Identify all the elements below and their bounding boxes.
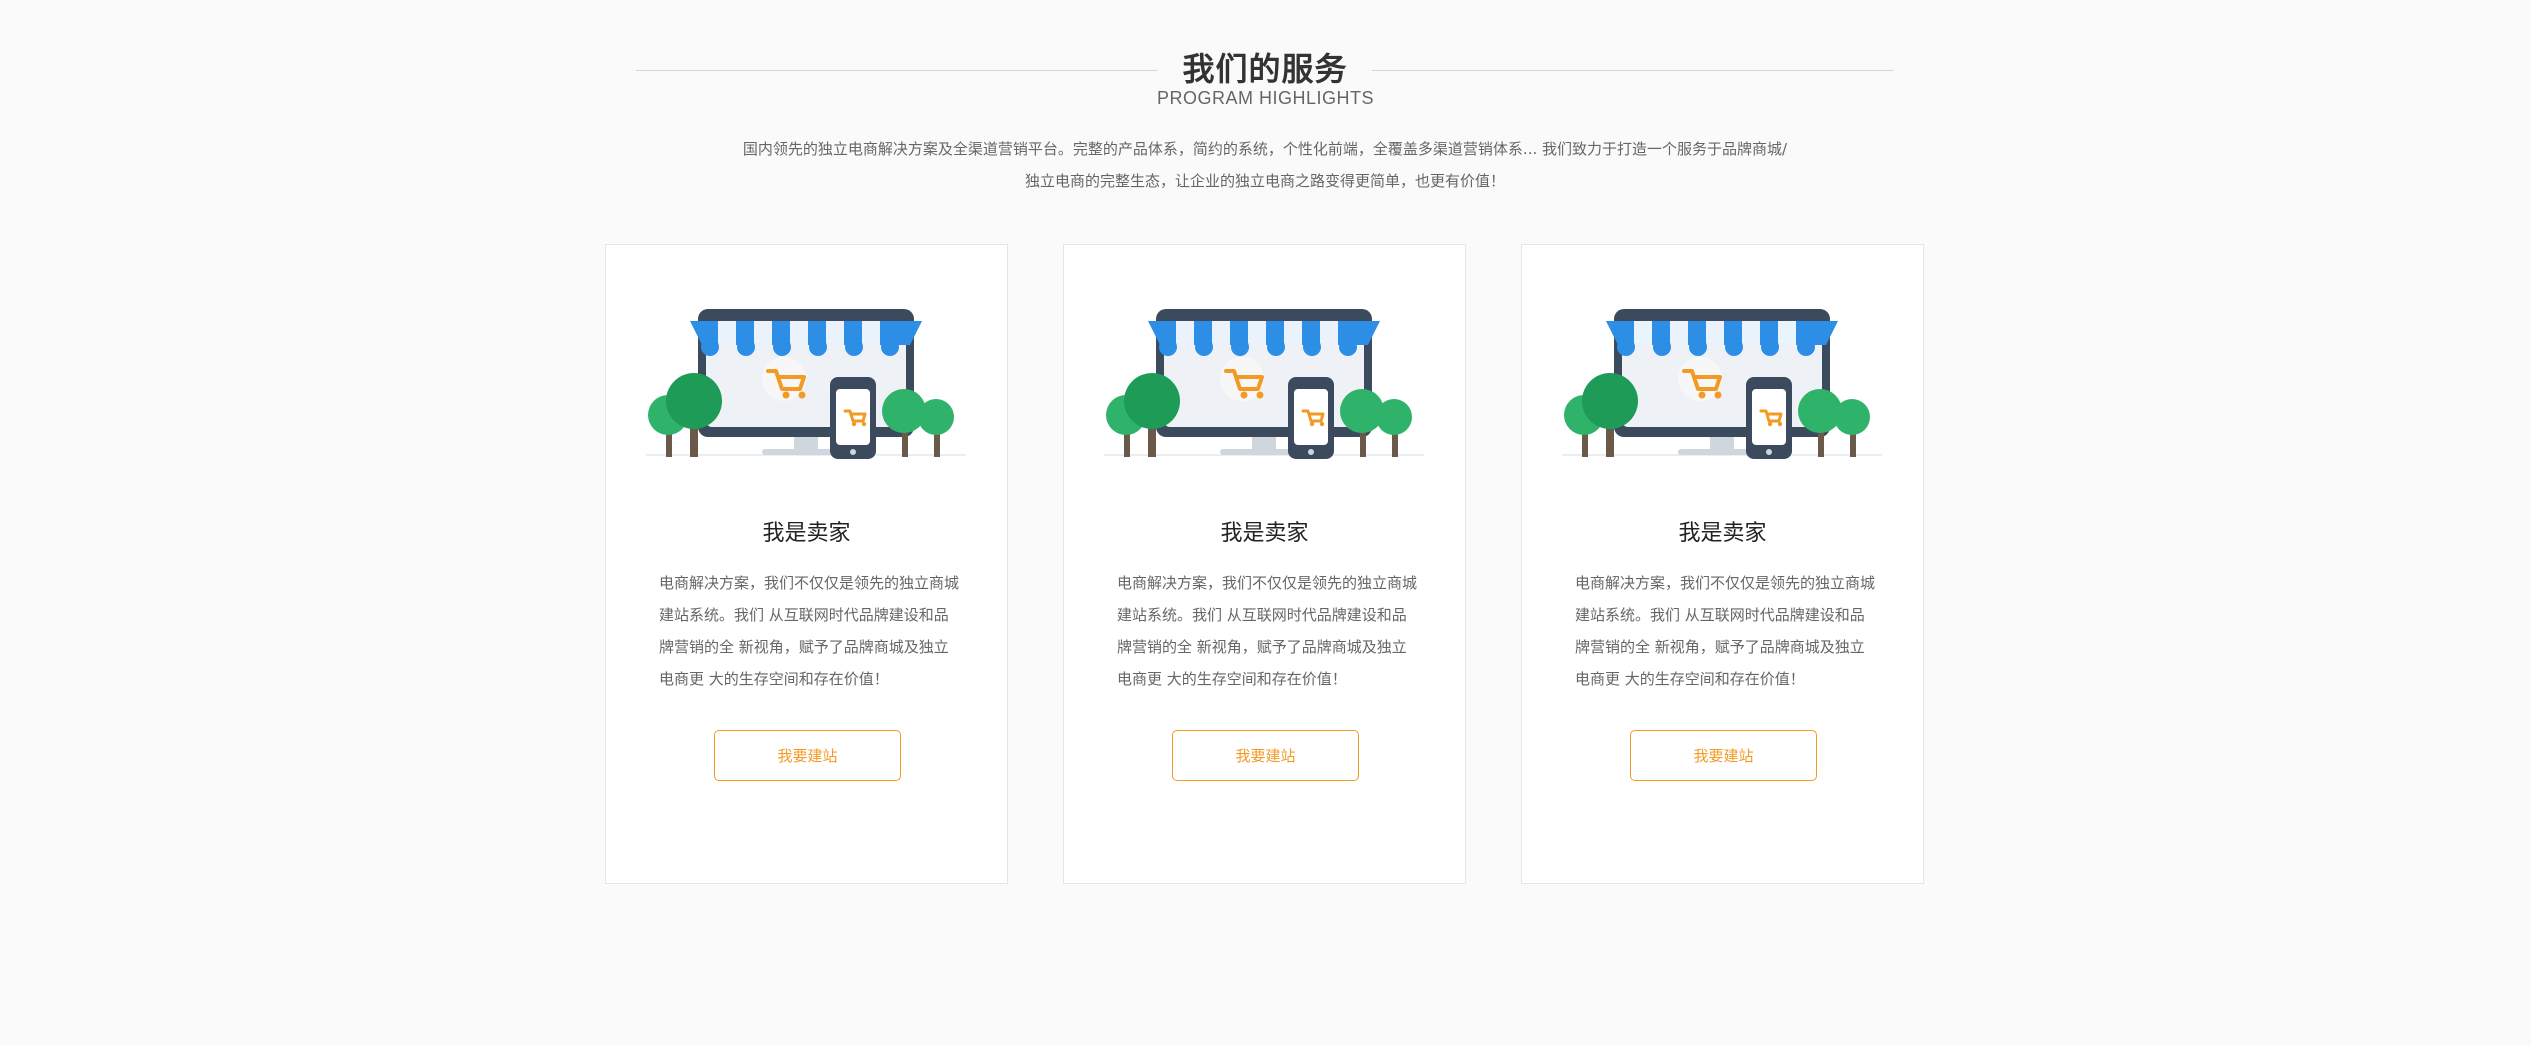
section-intro: 国内领先的独立电商解决方案及全渠道营销平台。完整的产品体系，简约的系统，个性化前… — [742, 140, 1788, 190]
section-title: 我们的服务 — [1182, 50, 1348, 88]
service-card: 我是卖家 电商解决方案，我们不仅仅是领先的独立商城建站系统。我们 从互联网时代品… — [1521, 244, 1924, 884]
card-title: 我是卖家 — [1678, 521, 1767, 546]
title-divider-left — [636, 70, 1158, 71]
card-description: 电商解决方案，我们不仅仅是领先的独立商城建站系统。我们 从互联网时代品牌建设和品… — [659, 574, 960, 688]
build-site-button[interactable]: 我要建站 — [714, 730, 901, 781]
title-divider-right — [1372, 70, 1894, 71]
storefront-with-devices-icon — [1104, 309, 1424, 459]
service-card: 我是卖家 电商解决方案，我们不仅仅是领先的独立商城建站系统。我们 从互联网时代品… — [605, 244, 1008, 884]
service-cards: 我是卖家 电商解决方案，我们不仅仅是领先的独立商城建站系统。我们 从互联网时代品… — [605, 244, 1925, 884]
storefront-with-devices-icon — [1562, 309, 1882, 459]
storefront-with-devices-icon — [646, 309, 966, 459]
card-description: 电商解决方案，我们不仅仅是领先的独立商城建站系统。我们 从互联网时代品牌建设和品… — [1117, 574, 1418, 688]
section-subtitle: PROGRAM HIGHLIGHTS — [1156, 88, 1375, 108]
card-title: 我是卖家 — [762, 521, 851, 546]
build-site-button[interactable]: 我要建站 — [1630, 730, 1817, 781]
card-description: 电商解决方案，我们不仅仅是领先的独立商城建站系统。我们 从互联网时代品牌建设和品… — [1575, 574, 1876, 688]
card-title: 我是卖家 — [1220, 521, 1309, 546]
service-card: 我是卖家 电商解决方案，我们不仅仅是领先的独立商城建站系统。我们 从互联网时代品… — [1063, 244, 1466, 884]
build-site-button[interactable]: 我要建站 — [1172, 730, 1359, 781]
services-section: 我们的服务 PROGRAM HIGHLIGHTS 国内领先的独立电商解决方案及全… — [0, 0, 2531, 1045]
